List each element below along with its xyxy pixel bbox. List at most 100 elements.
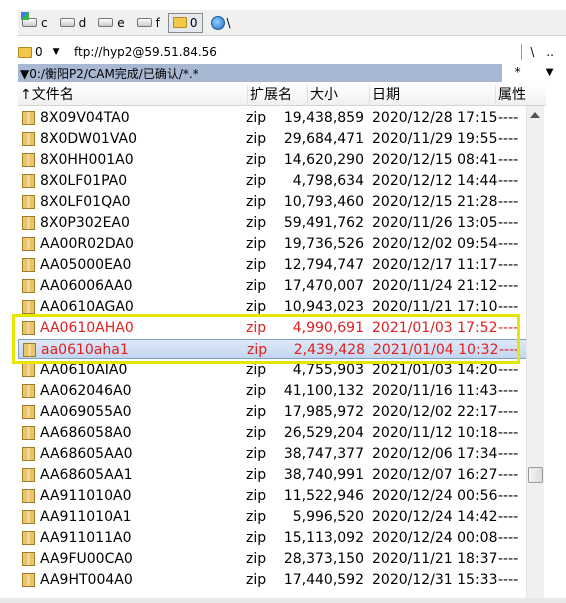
drive-button-network[interactable]: \: [207, 13, 235, 33]
file-row[interactable]: AA911011A0 zip 15,113,092 2020/12/24 00:…: [18, 528, 528, 548]
file-attr: ----: [498, 572, 519, 588]
drive-button-d[interactable]: d: [56, 13, 91, 33]
file-row[interactable]: 8X0DW01VA0 zip 29,684,471 2020/11/29 19:…: [18, 129, 528, 149]
file-ext: zip: [246, 320, 267, 336]
zip-file-icon: [22, 468, 35, 482]
file-size: 5,996,520: [292, 509, 364, 525]
column-size[interactable]: 大小: [308, 85, 370, 106]
file-name: 8X0DW01VA0: [40, 131, 138, 147]
history-dropdown[interactable]: ▼: [546, 65, 554, 81]
drive-button-ftp[interactable]: 0: [167, 12, 203, 33]
file-ext: zip: [246, 299, 267, 315]
file-row[interactable]: AA9FU00CA0 zip 28,373,150 2020/11/21 18:…: [18, 549, 528, 569]
file-row[interactable]: 8X0LF01QA0 zip 10,793,460 2020/12/15 21:…: [18, 192, 528, 212]
file-row[interactable]: AA069055A0 zip 17,985,972 2020/12/02 22:…: [18, 402, 528, 422]
zip-file-icon: [22, 405, 35, 419]
file-name: 8X0HH001A0: [40, 152, 134, 168]
file-row-highlighted[interactable]: AA0610AHA0 zip 4,990,691 2021/01/03 17:5…: [18, 318, 528, 338]
column-name[interactable]: ↑文件名: [18, 85, 248, 106]
file-attr: ----: [498, 551, 519, 567]
drive-selector-value: 0: [35, 45, 43, 59]
file-name: AA911011A0: [40, 530, 132, 546]
file-attr: ----: [498, 404, 519, 420]
file-size: 19,736,526: [283, 236, 364, 252]
file-ext: zip: [246, 467, 267, 483]
system-drive-icon: [21, 12, 37, 27]
zip-file-icon: [22, 552, 35, 566]
scroll-thumb[interactable]: [528, 467, 543, 483]
filter-button[interactable]: *: [515, 65, 521, 81]
column-date[interactable]: 日期: [370, 85, 496, 106]
zip-file-icon: [22, 321, 35, 335]
file-attr: ----: [498, 257, 519, 273]
chevron-down-icon: ▼: [52, 47, 60, 57]
file-ext: zip: [246, 572, 267, 588]
file-row[interactable]: AA68605AA1 zip 38,740,991 2020/12/07 16:…: [18, 465, 528, 485]
file-row-selected[interactable]: aa0610aha1 zip 2,439,428 2021/01/04 10:3…: [18, 339, 528, 359]
file-size: 28,373,150: [283, 551, 364, 567]
file-name: AA0610AIA0: [40, 362, 128, 378]
file-size: 4,755,903: [292, 362, 364, 378]
file-size: 17,985,972: [283, 404, 364, 420]
column-ext[interactable]: 扩展名: [248, 85, 308, 106]
drive-toolbar: c d e f 0 \: [18, 10, 566, 36]
file-attr: ----: [498, 173, 519, 189]
file-size: 15,113,092: [283, 530, 364, 546]
file-attr: ----: [498, 530, 519, 546]
scroll-up-arrow-icon[interactable]: [530, 112, 540, 118]
column-header: ↑文件名 扩展名 大小 日期 属性: [18, 85, 546, 106]
drive-button-e[interactable]: e: [94, 13, 128, 33]
current-directory-bar: ▼0:/衡阳P2/CAM完成/已确认/*.* * ▼: [18, 64, 566, 82]
file-row[interactable]: AA911010A0 zip 11,522,946 2020/12/24 00:…: [18, 486, 528, 506]
file-ext: zip: [246, 362, 267, 378]
up-button[interactable]: ..: [546, 45, 554, 59]
file-row[interactable]: 8X0LF01PA0 zip 4,798,634 2020/12/12 14:4…: [18, 171, 528, 191]
drive-button-f[interactable]: f: [133, 13, 164, 33]
file-name: AA68605AA0: [40, 446, 133, 462]
file-size: 41,100,132: [283, 383, 364, 399]
file-row[interactable]: AA06006AA0 zip 17,470,007 2020/11/24 21:…: [18, 276, 528, 296]
file-row[interactable]: AA68605AA0 zip 38,747,377 2020/12/06 17:…: [18, 444, 528, 464]
file-row[interactable]: 8X09V04TA0 zip 19,438,859 2020/12/28 17:…: [18, 108, 528, 128]
file-date: 2020/12/24 00:56: [372, 488, 498, 504]
file-row[interactable]: 8X0HH001A0 zip 14,620,290 2020/12/15 08:…: [18, 150, 528, 170]
file-name: AA069055A0: [40, 404, 132, 420]
file-attr: ----: [498, 362, 519, 378]
file-row[interactable]: AA0610AGA0 zip 10,943,023 2020/11/21 17:…: [18, 297, 528, 317]
drive-icon: [136, 18, 152, 27]
column-attr[interactable]: 属性: [496, 85, 546, 106]
file-date: 2020/12/15 21:28: [372, 194, 498, 210]
file-row[interactable]: AA00R02DA0 zip 19,736,526 2020/12/02 09:…: [18, 234, 528, 254]
file-date: 2020/12/24 14:42: [372, 509, 498, 525]
drive-label: d: [78, 15, 87, 30]
file-row[interactable]: AA686058A0 zip 26,529,204 2020/11/12 10:…: [18, 423, 528, 443]
file-ext: zip: [246, 257, 267, 273]
file-attr: ----: [498, 383, 519, 399]
file-row[interactable]: AA911010A1 zip 5,996,520 2020/12/24 14:4…: [18, 507, 528, 527]
file-name: AA911010A1: [40, 509, 132, 525]
drive-selector[interactable]: 0 ▼: [18, 45, 70, 59]
file-ext: zip: [246, 509, 267, 525]
file-date: 2020/12/06 17:34: [372, 446, 498, 462]
file-date: 2020/12/07 16:27: [372, 467, 498, 483]
vertical-scrollbar[interactable]: [526, 106, 544, 603]
root-button[interactable]: \: [530, 45, 534, 59]
file-row[interactable]: 8X0P302EA0 zip 59,491,762 2020/11/26 13:…: [18, 213, 528, 233]
drive-button-c[interactable]: c: [18, 12, 52, 33]
zip-file-icon: [22, 132, 35, 146]
drive-label: 0: [189, 15, 198, 30]
file-row[interactable]: AA05000EA0 zip 12,794,747 2020/12/17 11:…: [18, 255, 528, 275]
file-name: AA911010A0: [40, 488, 132, 504]
zip-file-icon: [22, 153, 35, 167]
file-name: AA9FU00CA0: [40, 551, 133, 567]
file-date: 2021/01/04 10:32: [373, 342, 499, 358]
file-row[interactable]: AA062046A0 zip 41,100,132 2020/11/16 11:…: [18, 381, 528, 401]
file-date: 2020/11/24 21:12: [372, 278, 498, 294]
current-path[interactable]: ▼0:/衡阳P2/CAM完成/已确认/*.*: [18, 64, 502, 82]
file-name: 8X0LF01QA0: [40, 194, 131, 210]
file-ext: zip: [246, 530, 267, 546]
file-ext: zip: [246, 278, 267, 294]
file-ext: zip: [246, 110, 267, 126]
file-row[interactable]: AA9HT004A0 zip 17,440,592 2020/12/31 15:…: [18, 570, 528, 590]
file-row[interactable]: AA0610AIA0 zip 4,755,903 2021/01/03 14:2…: [18, 360, 528, 380]
